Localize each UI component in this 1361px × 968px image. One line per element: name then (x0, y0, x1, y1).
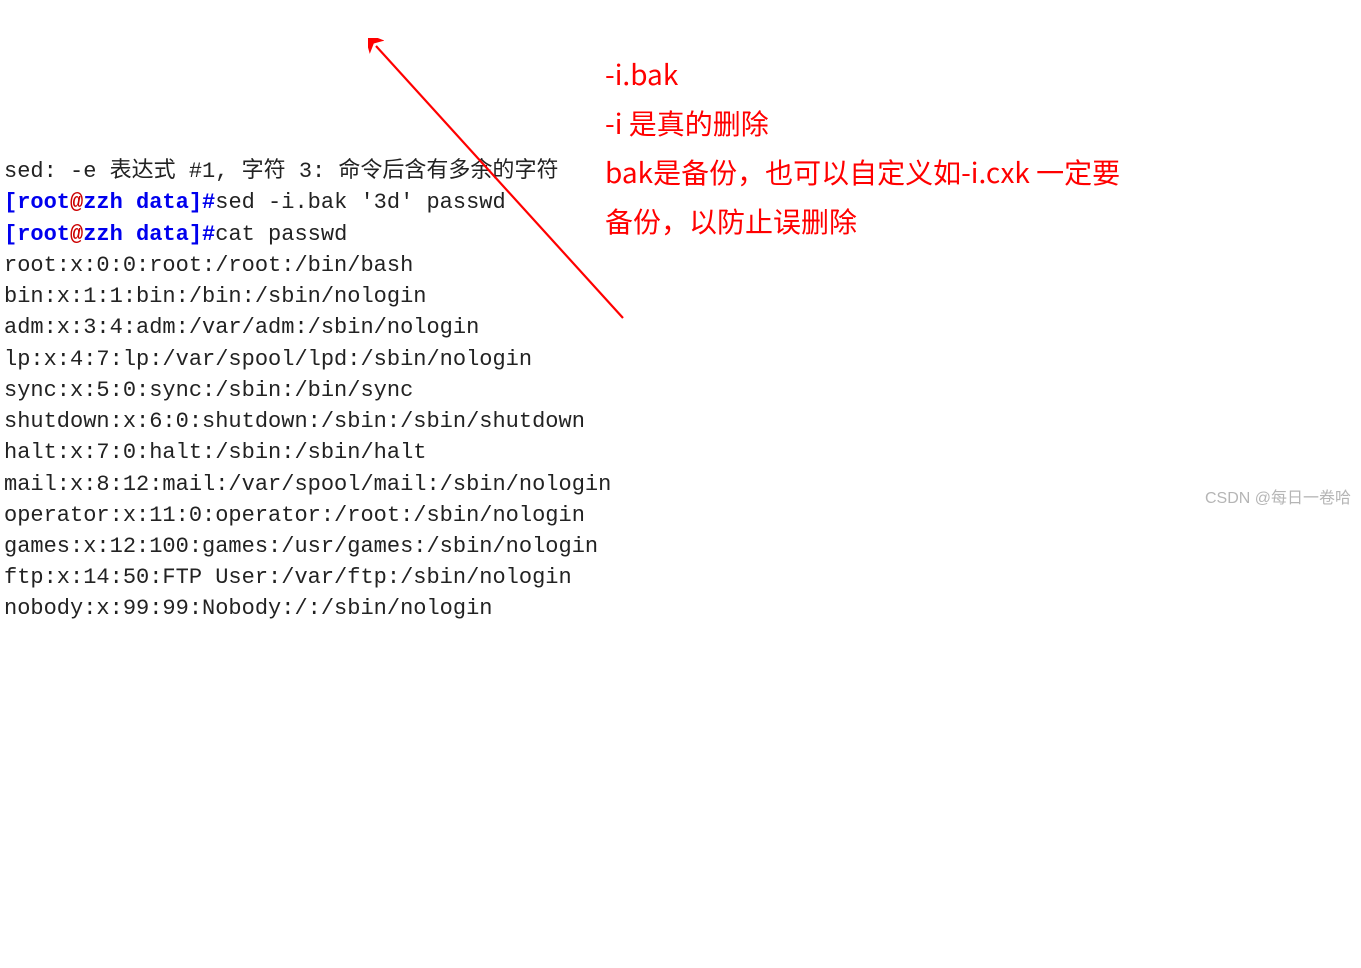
output-line: root:x:0:0:root:/root:/bin/bash (4, 253, 413, 278)
prompt-at: @ (70, 190, 83, 215)
annotation-line: bak是备份，也可以自定义如-i.cxk 一定要备份，以防止误删除 (605, 148, 1135, 246)
prompt-space (123, 190, 136, 215)
output-line: mail:x:8:12:mail:/var/spool/mail:/sbin/n… (4, 472, 611, 497)
output-line: halt:x:7:0:halt:/sbin:/sbin/halt (4, 440, 426, 465)
prompt-user: root (17, 190, 70, 215)
output-line: operator:x:11:0:operator:/root:/sbin/nol… (4, 503, 585, 528)
command-line-1: sed -i.bak '3d' passwd (215, 190, 505, 215)
output-line: shutdown:x:6:0:shutdown:/sbin:/sbin/shut… (4, 409, 585, 434)
prompt-dir: data (136, 222, 189, 247)
output-line: adm:x:3:4:adm:/var/adm:/sbin/nologin (4, 315, 479, 340)
output-line: bin:x:1:1:bin:/bin:/sbin/nologin (4, 284, 426, 309)
prompt-close: ] (189, 222, 202, 247)
prompt-open: [ (4, 190, 17, 215)
annotation-text: -i.bak -i 是真的删除 bak是备份，也可以自定义如-i.cxk 一定要… (605, 50, 1135, 246)
output-line: games:x:12:100:games:/usr/games:/sbin/no… (4, 534, 598, 559)
prompt-dir: data (136, 190, 189, 215)
watermark-text: CSDN @每日一卷哈 (1205, 488, 1351, 511)
output-line: lp:x:4:7:lp:/var/spool/lpd:/sbin/nologin (4, 347, 532, 372)
prompt-user: root (17, 222, 70, 247)
prompt-hash: # (202, 190, 215, 215)
cutoff-previous-line: sed: -e 表达式 #1, 字符 3: 命令后含有多余的字符 (4, 159, 558, 184)
prompt-close: ] (189, 190, 202, 215)
output-line: sync:x:5:0:sync:/sbin:/bin/sync (4, 378, 413, 403)
annotation-line: -i.bak (605, 50, 1135, 99)
output-line: nobody:x:99:99:Nobody:/:/sbin/nologin (4, 596, 492, 621)
output-line: ftp:x:14:50:FTP User:/var/ftp:/sbin/nolo… (4, 565, 572, 590)
prompt-space (123, 222, 136, 247)
prompt-open: [ (4, 222, 17, 247)
command-line-2: cat passwd (215, 222, 347, 247)
prompt-host: zzh (83, 222, 123, 247)
prompt-host: zzh (83, 190, 123, 215)
prompt-at: @ (70, 222, 83, 247)
prompt-hash: # (202, 222, 215, 247)
annotation-line: -i 是真的删除 (605, 99, 1135, 148)
